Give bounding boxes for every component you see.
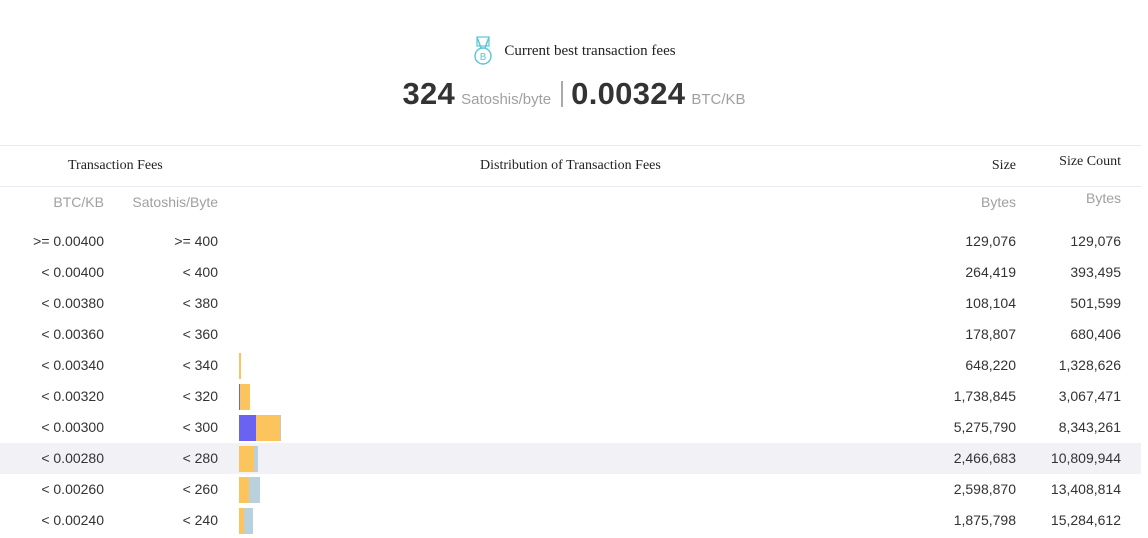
distribution-bar-segment[interactable] [240,384,250,410]
size-cell: 2,466,683 [953,450,1016,466]
table-top-divider [0,145,1141,146]
fee-btc-cell: < 0.00380 [41,295,104,311]
table-row[interactable]: < 0.00260 < 260 2,598,870 13,408,814 [0,474,1141,505]
table-row[interactable]: < 0.00280 < 280 2,466,683 10,809,944 [0,443,1141,474]
distribution-bar-segment[interactable] [239,446,254,472]
distribution-bar-segment[interactable] [244,508,253,534]
fee-title-line: B Current best transaction fees [0,36,1148,71]
table-row[interactable]: < 0.00320 < 320 1,738,845 3,067,471 [0,381,1141,412]
size-cell: 1,875,798 [953,512,1016,528]
page-title: Current best transaction fees [504,42,676,59]
header-transaction-fees: Transaction Fees [68,158,163,173]
distribution-bar-segment[interactable] [239,415,256,441]
table-row[interactable]: < 0.00300 < 300 5,275,790 8,343,261 [0,412,1141,443]
fee-btc-cell: >= 0.00400 [33,233,104,249]
size-cell: 108,104 [965,295,1016,311]
table-row[interactable]: < 0.00400 < 400 264,419 393,495 [0,257,1141,288]
satoshi-unit: Satoshis/byte [461,91,552,108]
subheader-size: Bytes [980,194,1016,210]
fee-sat-cell: >= 400 [174,233,218,249]
fee-sat-cell: < 300 [182,419,218,435]
subheader-size-count: Bytes [1085,190,1121,206]
header-divider [0,186,1141,187]
size-count-cell: 680,406 [1070,326,1121,342]
distribution-bar-segment[interactable] [256,415,280,441]
fee-btc-cell: < 0.00240 [41,512,104,528]
size-cell: 5,275,790 [953,419,1016,435]
fee-sat-cell: < 380 [182,295,218,311]
size-cell: 129,076 [965,233,1016,249]
distribution-bar-segment[interactable] [254,446,258,472]
btc-unit: BTC/KB [691,91,746,108]
table-row[interactable]: < 0.00240 < 240 1,875,798 15,284,612 [0,505,1141,536]
fee-sat-cell: < 240 [182,512,218,528]
distribution-bar-segment[interactable] [249,477,260,503]
fee-btc-cell: < 0.00260 [41,481,104,497]
header-size-count: Size Count [1059,154,1121,169]
size-count-cell: 501,599 [1070,295,1121,311]
distribution-bar-segment[interactable] [239,477,249,503]
size-count-cell: 3,067,471 [1058,388,1121,404]
size-cell: 2,598,870 [953,481,1016,497]
fee-sat-cell: < 260 [182,481,218,497]
distribution-bar-segment[interactable] [280,415,281,441]
size-count-cell: 1,328,626 [1058,357,1121,373]
fee-btc-cell: < 0.00280 [41,450,104,466]
table-row[interactable]: < 0.00360 < 360 178,807 680,406 [0,319,1141,350]
distribution-bar-segment[interactable] [239,353,241,379]
fee-sat-cell: < 280 [182,450,218,466]
size-count-cell: 393,495 [1070,264,1121,280]
table-row[interactable]: >= 0.00400 >= 400 129,076 129,076 [0,226,1141,257]
subheader-sat: Satoshis/Byte [132,194,218,210]
header-size: Size [991,158,1016,173]
size-count-cell: 13,408,814 [1050,481,1121,497]
header-distribution: Distribution of Transaction Fees [480,158,661,173]
value-separator [561,81,564,107]
fee-sat-cell: < 340 [182,357,218,373]
fee-btc-cell: < 0.00320 [41,388,104,404]
size-cell: 1,738,845 [953,388,1016,404]
size-count-cell: 129,076 [1070,233,1121,249]
btc-value: 0.00324 [571,76,686,111]
fee-btc-cell: < 0.00300 [41,419,104,435]
subheader-btc: BTC/KB [53,194,104,210]
fee-sat-cell: < 320 [182,388,218,404]
fee-btc-cell: < 0.00400 [41,264,104,280]
size-count-cell: 8,343,261 [1058,419,1121,435]
fee-header: B Current best transaction fees 324 Satos… [0,0,1148,145]
svg-text:B: B [480,52,487,63]
satoshi-value: 324 [402,76,456,111]
fee-sat-cell: < 400 [182,264,218,280]
size-count-cell: 15,284,612 [1050,512,1121,528]
size-count-cell: 10,809,944 [1050,450,1121,466]
table-row[interactable]: < 0.00340 < 340 648,220 1,328,626 [0,350,1141,381]
fee-sat-cell: < 360 [182,326,218,342]
size-cell: 178,807 [965,326,1016,342]
fee-btc-cell: < 0.00340 [41,357,104,373]
size-cell: 264,419 [965,264,1016,280]
table-row[interactable]: < 0.00380 < 380 108,104 501,599 [0,288,1141,319]
best-fee-values: 324 Satoshis/byte 0.00324 BTC/KB [0,76,1148,112]
bitcoin-medal-icon: B [474,36,493,65]
fee-btc-cell: < 0.00360 [41,326,104,342]
size-cell: 648,220 [965,357,1016,373]
